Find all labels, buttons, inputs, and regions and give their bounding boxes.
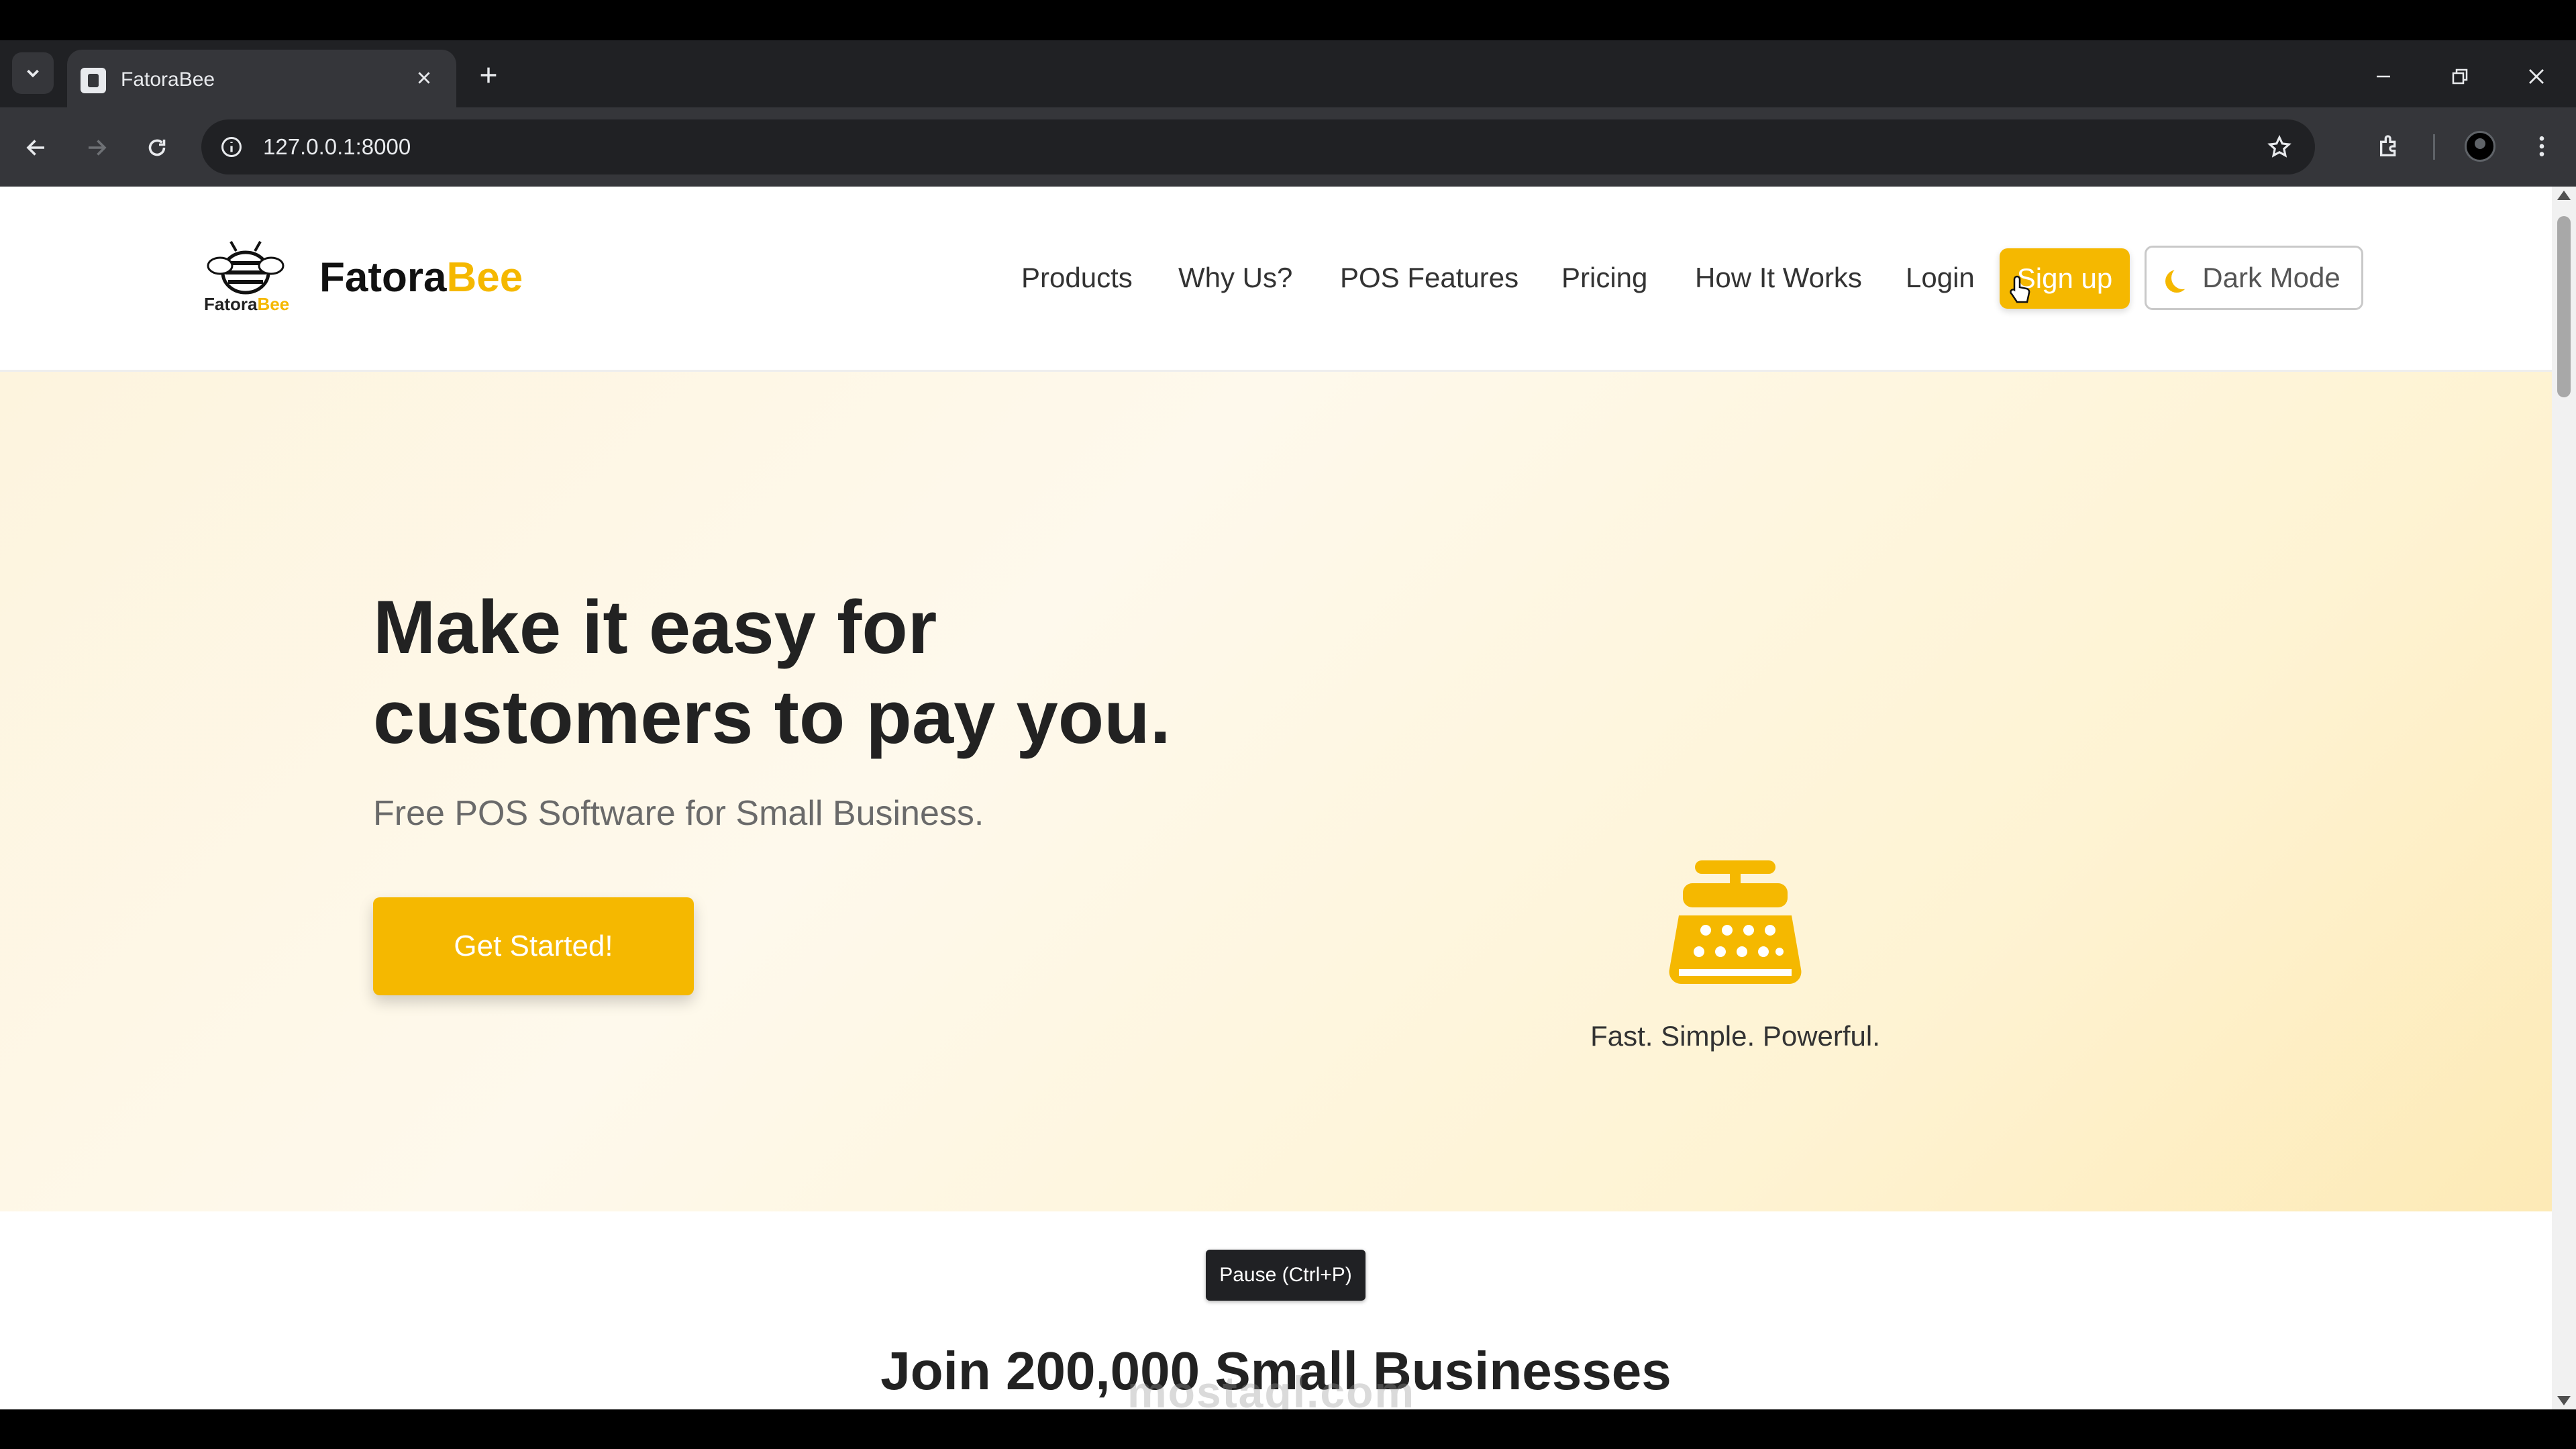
hero-title-line1: Make it easy for: [373, 585, 937, 669]
reload-icon: [148, 139, 166, 156]
bottom-black-strip: [0, 1409, 2576, 1449]
dark-mode-label: Dark Mode: [2202, 262, 2340, 293]
avatar: [2465, 131, 2495, 162]
pointer-cursor-icon: [2010, 275, 2030, 303]
browser-toolbar: 127.0.0.1:8000: [0, 107, 2576, 187]
nav-pos-features[interactable]: POS Features: [1340, 262, 1518, 294]
nav-pricing[interactable]: Pricing: [1561, 262, 1647, 294]
nav-products[interactable]: Products: [1021, 262, 1133, 294]
plus-icon: [480, 67, 497, 83]
tooltip: Pause (Ctrl+P): [1206, 1250, 1366, 1301]
favicon-icon: [81, 68, 106, 93]
profile-button[interactable]: [2459, 125, 2502, 168]
get-started-button[interactable]: Get Started!: [373, 897, 694, 995]
hero-title: Make it easy for customers to pay you.: [373, 583, 1312, 762]
top-black-strip: [0, 0, 2576, 40]
extensions-button[interactable]: [2369, 125, 2412, 168]
back-icon: [26, 140, 44, 156]
more-icon: [2539, 136, 2544, 156]
moon-icon: [2171, 266, 2194, 289]
nav-how-it-works[interactable]: How It Works: [1695, 262, 1862, 294]
toolbar-separator: [2433, 134, 2435, 160]
nav-login[interactable]: Login: [1906, 262, 1975, 294]
tab-close-button[interactable]: [411, 64, 437, 91]
tab-search-button[interactable]: [12, 52, 54, 94]
browser-tab-active[interactable]: FatoraBee: [67, 50, 456, 107]
page-scrollbar[interactable]: [2552, 187, 2576, 1409]
new-tab-button[interactable]: [471, 58, 506, 93]
dark-mode-button[interactable]: Dark Mode: [2145, 246, 2363, 310]
minimize-icon: [2377, 75, 2390, 78]
window-close-button[interactable]: [2516, 56, 2557, 97]
close-icon: [2529, 69, 2544, 84]
watermark: mostaql.com: [1127, 1367, 1416, 1409]
hero-icon-caption: Fast. Simple. Powerful.: [1590, 1020, 1880, 1052]
restore-icon: [2452, 68, 2468, 85]
address-bar[interactable]: 127.0.0.1:8000: [201, 119, 2315, 174]
minimize-button[interactable]: [2363, 56, 2404, 97]
forward-icon: [89, 140, 107, 156]
cash-register-icon: [1669, 860, 1802, 985]
url-text: 127.0.0.1:8000: [263, 134, 411, 159]
hero-subtitle: Free POS Software for Small Business.: [373, 794, 984, 833]
site-header: FatoraBee FatoraBee Products Why Us? POS…: [0, 187, 2552, 372]
bookmark-button[interactable]: [2263, 130, 2296, 164]
site-info-button[interactable]: [216, 132, 247, 162]
reload-button[interactable]: [136, 126, 178, 169]
nav-why-us[interactable]: Why Us?: [1178, 262, 1292, 294]
hero-section: Make it easy for customers to pay you. F…: [0, 372, 2552, 1211]
browser-menu-button[interactable]: [2520, 125, 2563, 168]
screen: FatoraBee 127.0.0.1:8000 FatoraBee Fator…: [0, 0, 2576, 1449]
tab-search-icon: [27, 69, 39, 78]
scroll-down-arrow-icon[interactable]: [2557, 1396, 2571, 1405]
extensions-icon: [2380, 135, 2396, 156]
back-button[interactable]: [15, 126, 58, 169]
restore-button[interactable]: [2440, 56, 2480, 97]
forward-button[interactable]: [75, 126, 118, 169]
hero-title-line2: customers to pay you.: [373, 675, 1171, 759]
tab-title: FatoraBee: [121, 68, 215, 91]
star-icon: [2267, 134, 2291, 158]
scroll-up-arrow-icon[interactable]: [2557, 191, 2571, 200]
page-viewport: FatoraBee FatoraBee Products Why Us? POS…: [0, 187, 2576, 1409]
info-icon: [221, 137, 242, 157]
close-icon: [418, 72, 430, 84]
scroll-thumb[interactable]: [2557, 216, 2571, 397]
browser-tabbar: FatoraBee: [0, 40, 2576, 107]
